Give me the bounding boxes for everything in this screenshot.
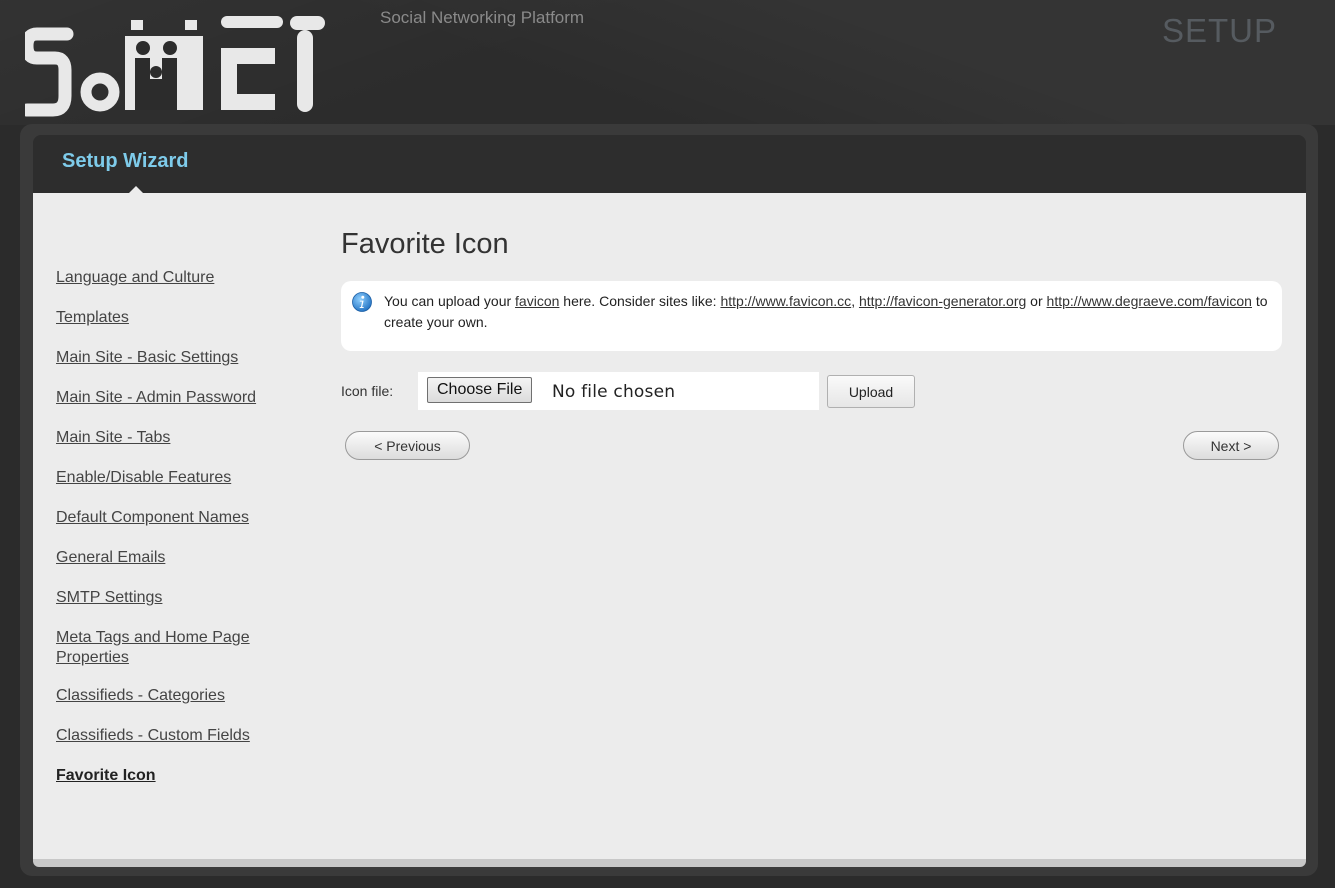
next-button[interactable]: Next >: [1183, 431, 1279, 460]
sidebar-item-meta-tags[interactable]: Meta Tags and Home Page Properties: [56, 628, 291, 668]
sidebar-item-smtp-settings[interactable]: SMTP Settings: [56, 588, 306, 608]
socialnet-logo: [25, 16, 325, 117]
sidebar-item-favorite-icon[interactable]: Favorite Icon: [56, 766, 306, 786]
wizard-steps-sidebar: Language and Culture Templates Main Site…: [56, 268, 306, 806]
favicon-link[interactable]: favicon: [515, 293, 559, 309]
info-icon: [352, 292, 372, 312]
sidebar-item-admin-password[interactable]: Main Site - Admin Password: [56, 388, 306, 408]
degraeve-favicon-link[interactable]: http://www.degraeve.com/favicon: [1047, 293, 1252, 309]
info-text-part: or: [1026, 293, 1047, 309]
sidebar-item-language-and-culture[interactable]: Language and Culture: [56, 268, 306, 288]
info-text-part: here. Consider sites like:: [559, 293, 721, 309]
upload-button[interactable]: Upload: [827, 375, 915, 408]
wizard-title: Setup Wizard: [62, 150, 189, 172]
sidebar-item-classifieds-categories[interactable]: Classifieds - Categories: [56, 686, 306, 706]
choose-file-button[interactable]: Choose File: [427, 377, 533, 403]
info-text-separator: ,: [851, 293, 859, 309]
icon-file-input[interactable]: Choose File No file chosen: [418, 372, 819, 410]
info-text: You can upload your favicon here. Consid…: [384, 291, 1274, 333]
sidebar-item-basic-settings[interactable]: Main Site - Basic Settings: [56, 348, 306, 368]
setup-label: SETUP: [1161, 12, 1277, 49]
sidebar-item-tabs[interactable]: Main Site - Tabs: [56, 428, 306, 448]
no-file-chosen-text: No file chosen: [552, 382, 676, 402]
sidebar-item-classifieds-custom-fields[interactable]: Classifieds - Custom Fields: [56, 726, 306, 746]
sidebar-item-general-emails[interactable]: General Emails: [56, 548, 306, 568]
tagline: Social Networking Platform: [380, 8, 585, 27]
sidebar-item-default-component-names[interactable]: Default Component Names: [56, 508, 306, 528]
previous-button[interactable]: < Previous: [345, 431, 470, 460]
page-title: Favorite Icon: [341, 228, 509, 260]
info-text-part: You can upload your: [384, 293, 516, 309]
header: Social Networking Platform SETUP: [0, 0, 1335, 125]
sidebar-item-templates[interactable]: Templates: [56, 308, 306, 328]
sidebar-item-enable-disable-features[interactable]: Enable/Disable Features: [56, 468, 306, 488]
favicon-cc-link[interactable]: http://www.favicon.cc: [720, 293, 851, 309]
wizard-header-bar: [33, 135, 1306, 193]
icon-file-label: Icon file:: [341, 383, 394, 399]
favicon-generator-link[interactable]: http://favicon-generator.org: [859, 293, 1026, 309]
info-box: You can upload your favicon here. Consid…: [341, 281, 1282, 351]
